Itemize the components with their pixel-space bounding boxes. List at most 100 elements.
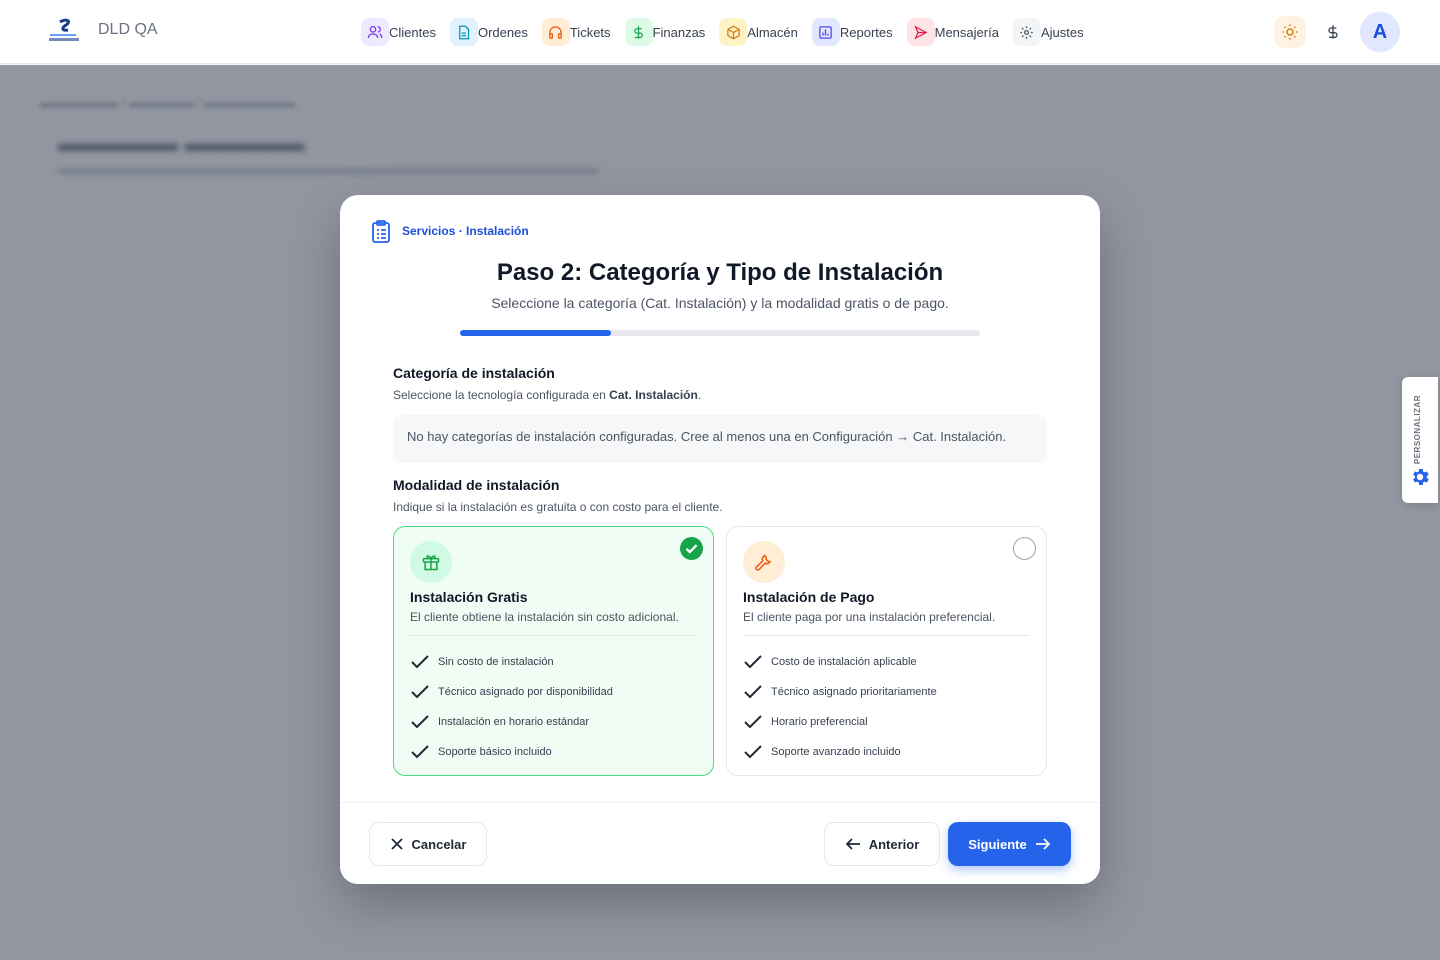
modal-footer: Cancelar Anterior Siguiente bbox=[340, 802, 1100, 884]
category-empty-state: No hay categorías de instalación configu… bbox=[393, 415, 1047, 463]
main-navigation: Clientes Ordenes Tickets Finanzas Almacé… bbox=[361, 17, 1098, 47]
modality-section-title: Modalidad de instalación bbox=[393, 477, 560, 493]
currency-button[interactable] bbox=[1320, 16, 1346, 48]
option-card-paid-installation[interactable]: Instalación de Pago El cliente paga por … bbox=[726, 526, 1047, 776]
feature-item: Soporte básico incluido bbox=[410, 737, 613, 767]
option-feature-list: Sin costo de instalación Técnico asignad… bbox=[410, 647, 613, 767]
previous-label: Anterior bbox=[868, 836, 920, 852]
users-icon bbox=[361, 18, 389, 46]
clipboard-icon bbox=[372, 220, 390, 243]
nav-item-mensajeria[interactable]: Mensajería bbox=[906, 17, 999, 47]
checkmark-icon bbox=[411, 745, 429, 759]
gear-icon bbox=[1012, 18, 1041, 46]
checkmark-icon bbox=[744, 745, 762, 759]
send-icon bbox=[906, 18, 935, 46]
previous-button[interactable]: Anterior bbox=[824, 822, 940, 866]
feature-label: Horario preferencial bbox=[771, 716, 868, 728]
feature-item: Técnico asignado por disponibilidad bbox=[410, 677, 613, 707]
cancel-label: Cancelar bbox=[411, 836, 467, 852]
nav-label: Mensajería bbox=[934, 24, 999, 40]
nav-label: Clientes bbox=[389, 24, 436, 40]
installation-step-modal: Servicios · Instalación Paso 2: Categorí… bbox=[340, 195, 1100, 884]
nav-label: Almacén bbox=[747, 24, 798, 40]
category-desc-suffix: . bbox=[697, 388, 702, 402]
nav-item-ordenes[interactable]: Ordenes bbox=[449, 17, 528, 47]
feature-label: Técnico asignado prioritariamente bbox=[771, 686, 937, 698]
nav-item-reportes[interactable]: Reportes bbox=[811, 17, 893, 47]
checkmark-icon bbox=[744, 655, 762, 669]
wrench-icon bbox=[743, 541, 785, 583]
app-brand-name: DLD QA bbox=[98, 21, 158, 38]
card-divider bbox=[743, 635, 1030, 636]
checkmark-icon bbox=[411, 685, 429, 699]
arrow-left-icon bbox=[845, 838, 860, 850]
feature-item: Horario preferencial bbox=[743, 707, 937, 737]
theme-toggle-button[interactable] bbox=[1274, 16, 1306, 48]
feature-label: Costo de instalación aplicable bbox=[771, 656, 917, 668]
nav-label: Ordenes bbox=[477, 24, 528, 40]
document-icon bbox=[449, 18, 478, 46]
feature-label: Sin costo de instalación bbox=[438, 656, 554, 668]
checkmark-icon bbox=[744, 715, 762, 729]
nav-label: Ajustes bbox=[1040, 24, 1084, 40]
gift-icon bbox=[410, 541, 452, 583]
option-title: Instalación de Pago bbox=[743, 589, 875, 605]
selected-check-icon bbox=[680, 537, 703, 560]
modal-breadcrumb: Servicios · Instalación bbox=[402, 224, 529, 238]
option-description: El cliente paga por una instalación pref… bbox=[743, 610, 996, 624]
nav-item-finanzas[interactable]: Finanzas bbox=[624, 17, 706, 47]
checkmark-icon bbox=[744, 685, 762, 699]
nav-label: Tickets bbox=[569, 24, 611, 40]
checkmark-icon bbox=[411, 715, 429, 729]
nav-item-ajustes[interactable]: Ajustes bbox=[1012, 17, 1084, 47]
header-actions: A bbox=[1274, 12, 1400, 52]
box-icon bbox=[719, 18, 748, 46]
option-feature-list: Costo de instalación aplicable Técnico a… bbox=[743, 647, 937, 767]
feature-label: Soporte avanzado incluido bbox=[771, 746, 901, 758]
nav-label: Finanzas bbox=[652, 24, 706, 40]
feature-item: Costo de instalación aplicable bbox=[743, 647, 937, 677]
bar-chart-icon bbox=[811, 18, 840, 46]
nav-item-clientes[interactable]: Clientes bbox=[361, 17, 436, 47]
feature-item: Soporte avanzado incluido bbox=[743, 737, 937, 767]
next-button[interactable]: Siguiente bbox=[948, 822, 1071, 866]
checkmark-icon bbox=[411, 655, 429, 669]
step-progress-bar bbox=[460, 330, 980, 336]
option-card-free-installation[interactable]: Instalación Gratis El cliente obtiene la… bbox=[393, 526, 714, 776]
option-description: El cliente obtiene la instalación sin co… bbox=[410, 610, 679, 624]
category-section-description: Seleccione la tecnología configurada en … bbox=[393, 388, 701, 402]
headset-icon bbox=[541, 18, 570, 46]
feature-label: Técnico asignado por disponibilidad bbox=[438, 686, 613, 698]
nav-item-tickets[interactable]: Tickets bbox=[541, 17, 611, 47]
nav-label: Reportes bbox=[839, 24, 893, 40]
modality-section-description: Indique si la instalación es gratuita o … bbox=[393, 500, 723, 514]
nav-item-almacen[interactable]: Almacén bbox=[719, 17, 798, 47]
dollar-icon bbox=[624, 18, 653, 46]
top-navigation-bar: DLD QA Clientes Ordenes Tickets Finanzas bbox=[0, 0, 1440, 64]
side-tab-label: PERSONALIZAR bbox=[1413, 395, 1422, 465]
modal-title: Paso 2: Categoría y Tipo de Instalación bbox=[496, 259, 944, 286]
next-label: Siguiente bbox=[968, 836, 1027, 852]
card-divider bbox=[410, 635, 697, 636]
feature-label: Instalación en horario estándar bbox=[438, 716, 590, 728]
personalize-side-tab[interactable]: PERSONALIZAR bbox=[1402, 377, 1438, 503]
dollar-icon bbox=[1328, 25, 1338, 39]
category-section-title: Categoría de instalación bbox=[393, 365, 555, 381]
modal-subtitle: Seleccione la categoría (Cat. Instalació… bbox=[491, 295, 949, 311]
feature-item: Técnico asignado prioritariamente bbox=[743, 677, 937, 707]
user-avatar[interactable]: A bbox=[1360, 12, 1400, 52]
gear-icon bbox=[1413, 469, 1429, 485]
step-progress-fill bbox=[460, 330, 611, 336]
sun-icon bbox=[1282, 24, 1298, 40]
category-desc-prefix: Seleccione la tecnología configurada en bbox=[393, 388, 610, 402]
feature-label: Soporte básico incluido bbox=[438, 746, 552, 758]
unselected-radio[interactable] bbox=[1013, 537, 1036, 560]
feature-item: Instalación en horario estándar bbox=[410, 707, 613, 737]
category-desc-link: Cat. Instalación bbox=[609, 388, 698, 402]
arrow-right-icon bbox=[1035, 838, 1051, 850]
feature-item: Sin costo de instalación bbox=[410, 647, 613, 677]
close-icon bbox=[390, 838, 403, 850]
cancel-button[interactable]: Cancelar bbox=[369, 822, 487, 866]
option-title: Instalación Gratis bbox=[410, 589, 528, 605]
company-logo[interactable] bbox=[46, 18, 82, 44]
